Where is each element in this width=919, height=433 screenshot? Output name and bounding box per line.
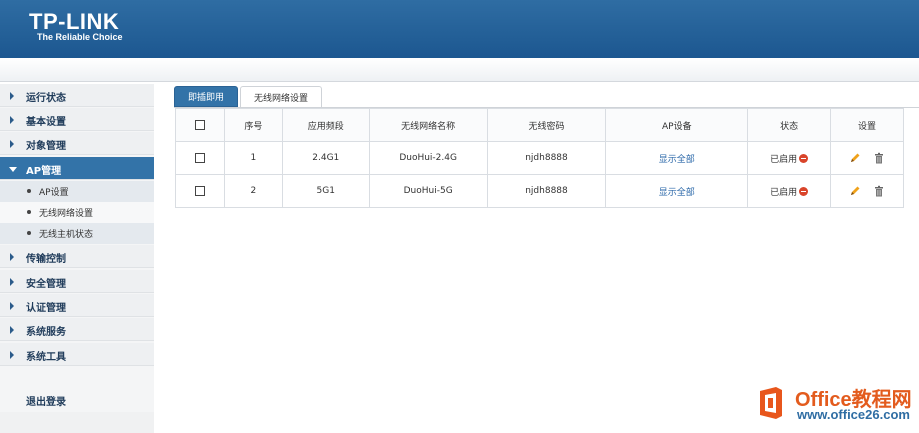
chevron-right-icon	[10, 302, 14, 310]
row-select-cell	[175, 141, 225, 175]
sidebar-subitem-ap-settings[interactable]: AP设置	[0, 181, 154, 202]
tab-wireless-settings[interactable]: 无线网络设置	[240, 86, 322, 107]
delete-icon[interactable]	[873, 185, 885, 197]
column-header: 序号	[223, 108, 283, 142]
sidebar-item-basic-settings[interactable]: 基本设置	[0, 108, 154, 131]
disable-icon[interactable]	[799, 153, 809, 163]
bullet-icon	[27, 210, 31, 214]
column-header: AP设备	[605, 108, 749, 142]
sidebar-item-system-services[interactable]: 系统服务	[0, 318, 154, 341]
sidebar-item-label: 系统工具	[26, 352, 66, 363]
sidebar-item-ap-management[interactable]: AP管理	[0, 157, 154, 180]
cell-band: 5G1	[281, 174, 370, 208]
chevron-right-icon	[10, 278, 14, 286]
tab-plug-and-play[interactable]: 即插即用	[174, 86, 238, 107]
sidebar-subitem-label: 无线主机状态	[39, 230, 94, 240]
logout-link[interactable]: 退出登录	[26, 393, 66, 408]
bullet-icon	[27, 189, 31, 193]
sidebar-subitem-wireless-settings[interactable]: 无线网络设置	[0, 202, 154, 223]
column-header: 无线网络名称	[368, 108, 488, 142]
cell-status: 已启用	[747, 174, 832, 208]
sidebar-footer	[0, 412, 154, 433]
sidebar-item-label: 认证管理	[26, 303, 66, 314]
show-all-link[interactable]: 显示全部	[659, 155, 695, 165]
sidebar-subitem-label: AP设置	[39, 188, 69, 198]
sidebar-item-label: 对象管理	[26, 141, 66, 152]
row-checkbox[interactable]	[194, 152, 205, 163]
cell-password: njdh8888	[486, 174, 607, 208]
sidebar: 运行状态 基本设置 对象管理 AP管理 AP设置 无线网络设置 无线主机状态 传…	[0, 84, 154, 433]
delete-icon[interactable]	[873, 152, 885, 164]
select-all-checkbox[interactable]	[194, 119, 205, 130]
cell-index: 2	[223, 174, 283, 208]
column-header: 设置	[830, 108, 904, 142]
sidebar-item-label: AP管理	[26, 166, 62, 177]
chevron-right-icon	[10, 253, 14, 261]
sidebar-item-status[interactable]: 运行状态	[0, 84, 154, 107]
chevron-right-icon	[10, 140, 14, 148]
header-select-all	[175, 108, 225, 142]
disable-icon[interactable]	[799, 186, 809, 196]
brand-tagline: The Reliable Choice	[37, 32, 123, 42]
watermark-url: www.office26.com	[797, 407, 910, 422]
cell-password: njdh8888	[486, 141, 607, 175]
bullet-icon	[27, 231, 31, 235]
sidebar-item-object-management[interactable]: 对象管理	[0, 132, 154, 155]
chevron-down-icon	[9, 167, 17, 172]
sidebar-item-label: 传输控制	[26, 254, 66, 265]
edit-icon[interactable]	[849, 152, 861, 164]
top-header: TP-LINK The Reliable Choice	[0, 0, 919, 58]
show-all-link[interactable]: 显示全部	[659, 188, 695, 198]
sidebar-item-label: 系统服务	[26, 327, 66, 338]
chevron-right-icon	[10, 351, 14, 359]
sidebar-item-authentication[interactable]: 认证管理	[0, 294, 154, 317]
sidebar-item-label: 运行状态	[26, 93, 66, 104]
cell-ap-devices: 显示全部	[605, 174, 749, 208]
sidebar-item-system-tools[interactable]: 系统工具	[0, 343, 154, 366]
row-select-cell	[175, 174, 225, 208]
sidebar-item-label: 安全管理	[26, 279, 66, 290]
column-header: 状态	[747, 108, 832, 142]
table-row: 2 5G1 DuoHui-5G njdh8888 显示全部 已启用	[175, 174, 904, 208]
sidebar-item-label: 基本设置	[26, 117, 66, 128]
cell-status: 已启用	[747, 141, 832, 175]
cell-ap-devices: 显示全部	[605, 141, 749, 175]
sidebar-subitem-label: 无线网络设置	[39, 209, 94, 219]
table-header-row: 序号 应用频段 无线网络名称 无线密码 AP设备 状态 设置	[175, 108, 904, 142]
header-strip	[0, 58, 919, 82]
column-header: 应用频段	[281, 108, 370, 142]
sidebar-subitem-wireless-hosts[interactable]: 无线主机状态	[0, 223, 154, 244]
cell-index: 1	[223, 141, 283, 175]
wireless-network-table: 序号 应用频段 无线网络名称 无线密码 AP设备 状态 设置 1 2.4G1 D…	[175, 108, 904, 208]
chevron-right-icon	[10, 116, 14, 124]
office-logo-icon	[760, 387, 782, 419]
cell-ssid: DuoHui-2.4G	[368, 141, 488, 175]
chevron-right-icon	[10, 92, 14, 100]
cell-ssid: DuoHui-5G	[368, 174, 488, 208]
table-row: 1 2.4G1 DuoHui-2.4G njdh8888 显示全部 已启用	[175, 141, 904, 175]
chevron-right-icon	[10, 326, 14, 334]
sidebar-item-security[interactable]: 安全管理	[0, 270, 154, 293]
status-label: 已启用	[770, 187, 798, 198]
cell-band: 2.4G1	[281, 141, 370, 175]
row-checkbox[interactable]	[194, 185, 205, 196]
cell-actions	[830, 174, 904, 208]
status-label: 已启用	[770, 154, 798, 165]
sidebar-item-transmission-control[interactable]: 传输控制	[0, 245, 154, 268]
edit-icon[interactable]	[849, 185, 861, 197]
cell-actions	[830, 141, 904, 175]
column-header: 无线密码	[486, 108, 607, 142]
